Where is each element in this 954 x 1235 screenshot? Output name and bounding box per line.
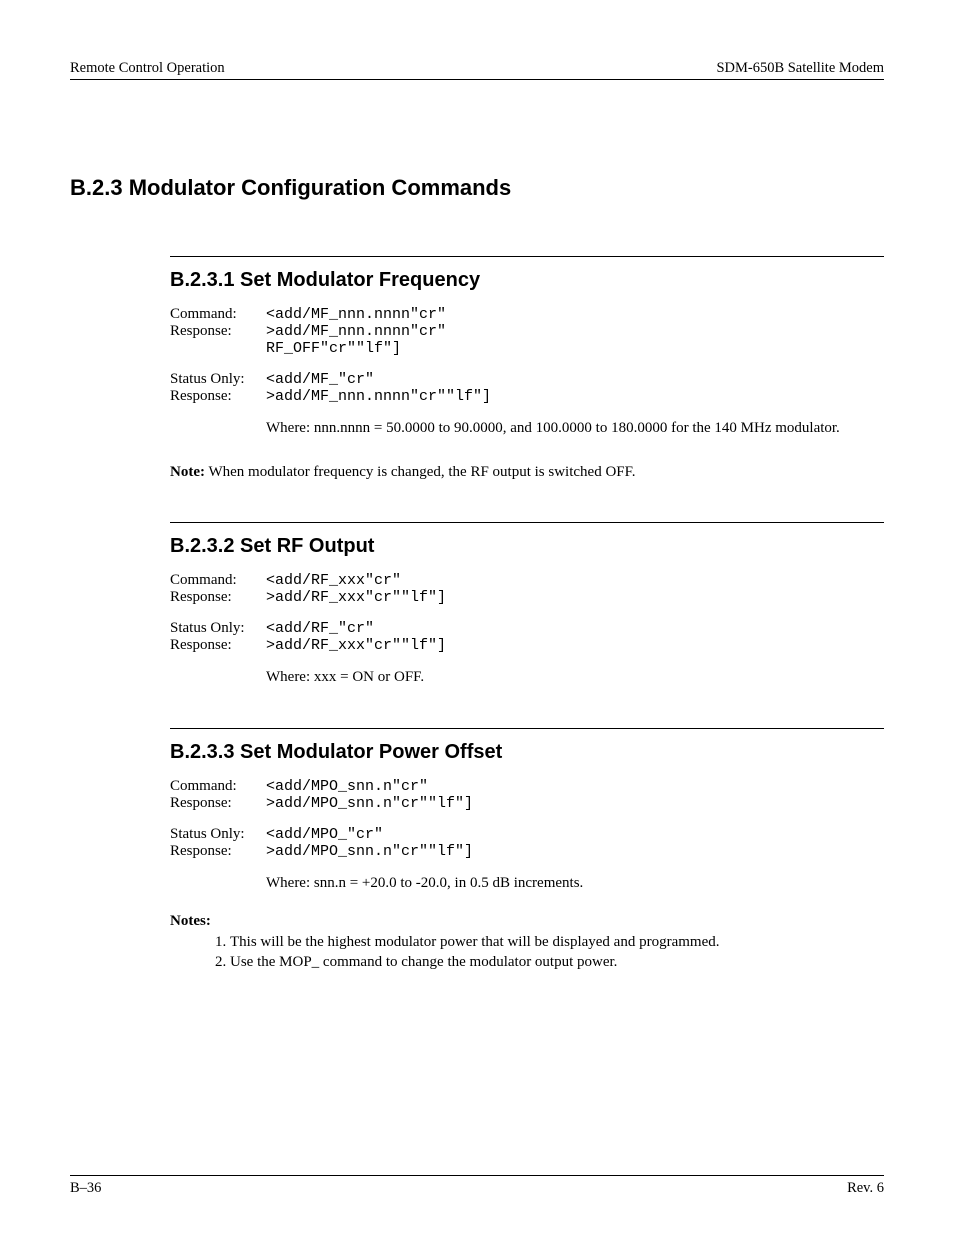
- row-label: Command:: [170, 778, 266, 795]
- list-item: This will be the highest modulator power…: [230, 932, 884, 952]
- table-row: Response: >add/RF_xxx"cr""lf"]: [170, 589, 446, 606]
- row-code: <add/MF_nnn.nnnn"cr": [266, 306, 491, 323]
- table-spacer: [170, 606, 446, 620]
- row-label: Command:: [170, 306, 266, 323]
- table-row: Response: >add/MPO_snn.n"cr""lf"]: [170, 843, 473, 860]
- subsection-heading: B.2.3.1 Set Modulator Frequency: [170, 256, 884, 292]
- table-row: RF_OFF"cr""lf"]: [170, 340, 491, 357]
- row-label: Response:: [170, 637, 266, 654]
- where-text: Where: snn.n = +20.0 to -20.0, in 0.5 dB…: [266, 874, 884, 894]
- section-title: B.2.3 Modulator Configuration Commands: [70, 175, 884, 201]
- table-row: Status Only: <add/MPO_"cr": [170, 826, 473, 843]
- row-label: Response:: [170, 323, 266, 340]
- row-label: Status Only:: [170, 826, 266, 843]
- subsection-set-modulator-frequency: B.2.3.1 Set Modulator Frequency Command:…: [170, 256, 884, 482]
- notes-block: Notes: This will be the highest modulato…: [170, 913, 884, 973]
- subsection-heading: B.2.3.2 Set RF Output: [170, 522, 884, 558]
- row-label: Response:: [170, 589, 266, 606]
- list-item: Use the MOP_ command to change the modul…: [230, 952, 884, 972]
- revision: Rev. 6: [847, 1180, 884, 1197]
- note-label: Note:: [170, 464, 205, 480]
- row-code: RF_OFF"cr""lf"]: [266, 340, 491, 357]
- table-row: Response: >add/MPO_snn.n"cr""lf"]: [170, 795, 473, 812]
- page: Remote Control Operation SDM-650B Satell…: [0, 0, 954, 1235]
- table-row: Response: >add/RF_xxx"cr""lf"]: [170, 637, 446, 654]
- row-code: <add/RF_xxx"cr": [266, 572, 446, 589]
- header-left: Remote Control Operation: [70, 60, 225, 77]
- row-label: Command:: [170, 572, 266, 589]
- row-label: Response:: [170, 388, 266, 405]
- table-row: Command: <add/MF_nnn.nnnn"cr": [170, 306, 491, 323]
- note-text: When modulator frequency is changed, the…: [205, 464, 636, 480]
- command-table: Command: <add/RF_xxx"cr" Response: >add/…: [170, 572, 446, 654]
- row-label: Response:: [170, 843, 266, 860]
- page-footer: B–36 Rev. 6: [70, 1175, 884, 1197]
- row-code: >add/RF_xxx"cr""lf"]: [266, 589, 446, 606]
- row-label: Status Only:: [170, 371, 266, 388]
- row-label: Status Only:: [170, 620, 266, 637]
- where-text: Where: xxx = ON or OFF.: [266, 668, 884, 688]
- page-header: Remote Control Operation SDM-650B Satell…: [70, 60, 884, 80]
- table-spacer: [170, 812, 473, 826]
- row-code: <add/MPO_"cr": [266, 826, 473, 843]
- subsection-set-rf-output: B.2.3.2 Set RF Output Command: <add/RF_x…: [170, 522, 884, 688]
- table-row: Command: <add/MPO_snn.n"cr": [170, 778, 473, 795]
- notes-label: Notes:: [170, 913, 211, 929]
- row-code: <add/RF_"cr": [266, 620, 446, 637]
- row-code: >add/MPO_snn.n"cr""lf"]: [266, 843, 473, 860]
- note: Note: When modulator frequency is change…: [170, 463, 884, 483]
- row-label: Response:: [170, 795, 266, 812]
- table-row: Status Only: <add/RF_"cr": [170, 620, 446, 637]
- row-code: >add/MPO_snn.n"cr""lf"]: [266, 795, 473, 812]
- header-right: SDM-650B Satellite Modem: [716, 60, 884, 77]
- table-row: Response: >add/MF_nnn.nnnn"cr""lf"]: [170, 388, 491, 405]
- row-code: >add/RF_xxx"cr""lf"]: [266, 637, 446, 654]
- page-number: B–36: [70, 1180, 101, 1197]
- subsection-set-modulator-power-offset: B.2.3.3 Set Modulator Power Offset Comma…: [170, 728, 884, 973]
- table-row: Command: <add/RF_xxx"cr": [170, 572, 446, 589]
- subsection-heading: B.2.3.3 Set Modulator Power Offset: [170, 728, 884, 764]
- table-row: Status Only: <add/MF_"cr": [170, 371, 491, 388]
- row-code: <add/MPO_snn.n"cr": [266, 778, 473, 795]
- row-label: [170, 340, 266, 357]
- where-text: Where: nnn.nnnn = 50.0000 to 90.0000, an…: [266, 419, 884, 439]
- row-code: >add/MF_nnn.nnnn"cr": [266, 323, 491, 340]
- command-table: Command: <add/MF_nnn.nnnn"cr" Response: …: [170, 306, 491, 405]
- table-spacer: [170, 357, 491, 371]
- row-code: >add/MF_nnn.nnnn"cr""lf"]: [266, 388, 491, 405]
- command-table: Command: <add/MPO_snn.n"cr" Response: >a…: [170, 778, 473, 860]
- table-row: Response: >add/MF_nnn.nnnn"cr": [170, 323, 491, 340]
- notes-list: This will be the highest modulator power…: [230, 932, 884, 973]
- row-code: <add/MF_"cr": [266, 371, 491, 388]
